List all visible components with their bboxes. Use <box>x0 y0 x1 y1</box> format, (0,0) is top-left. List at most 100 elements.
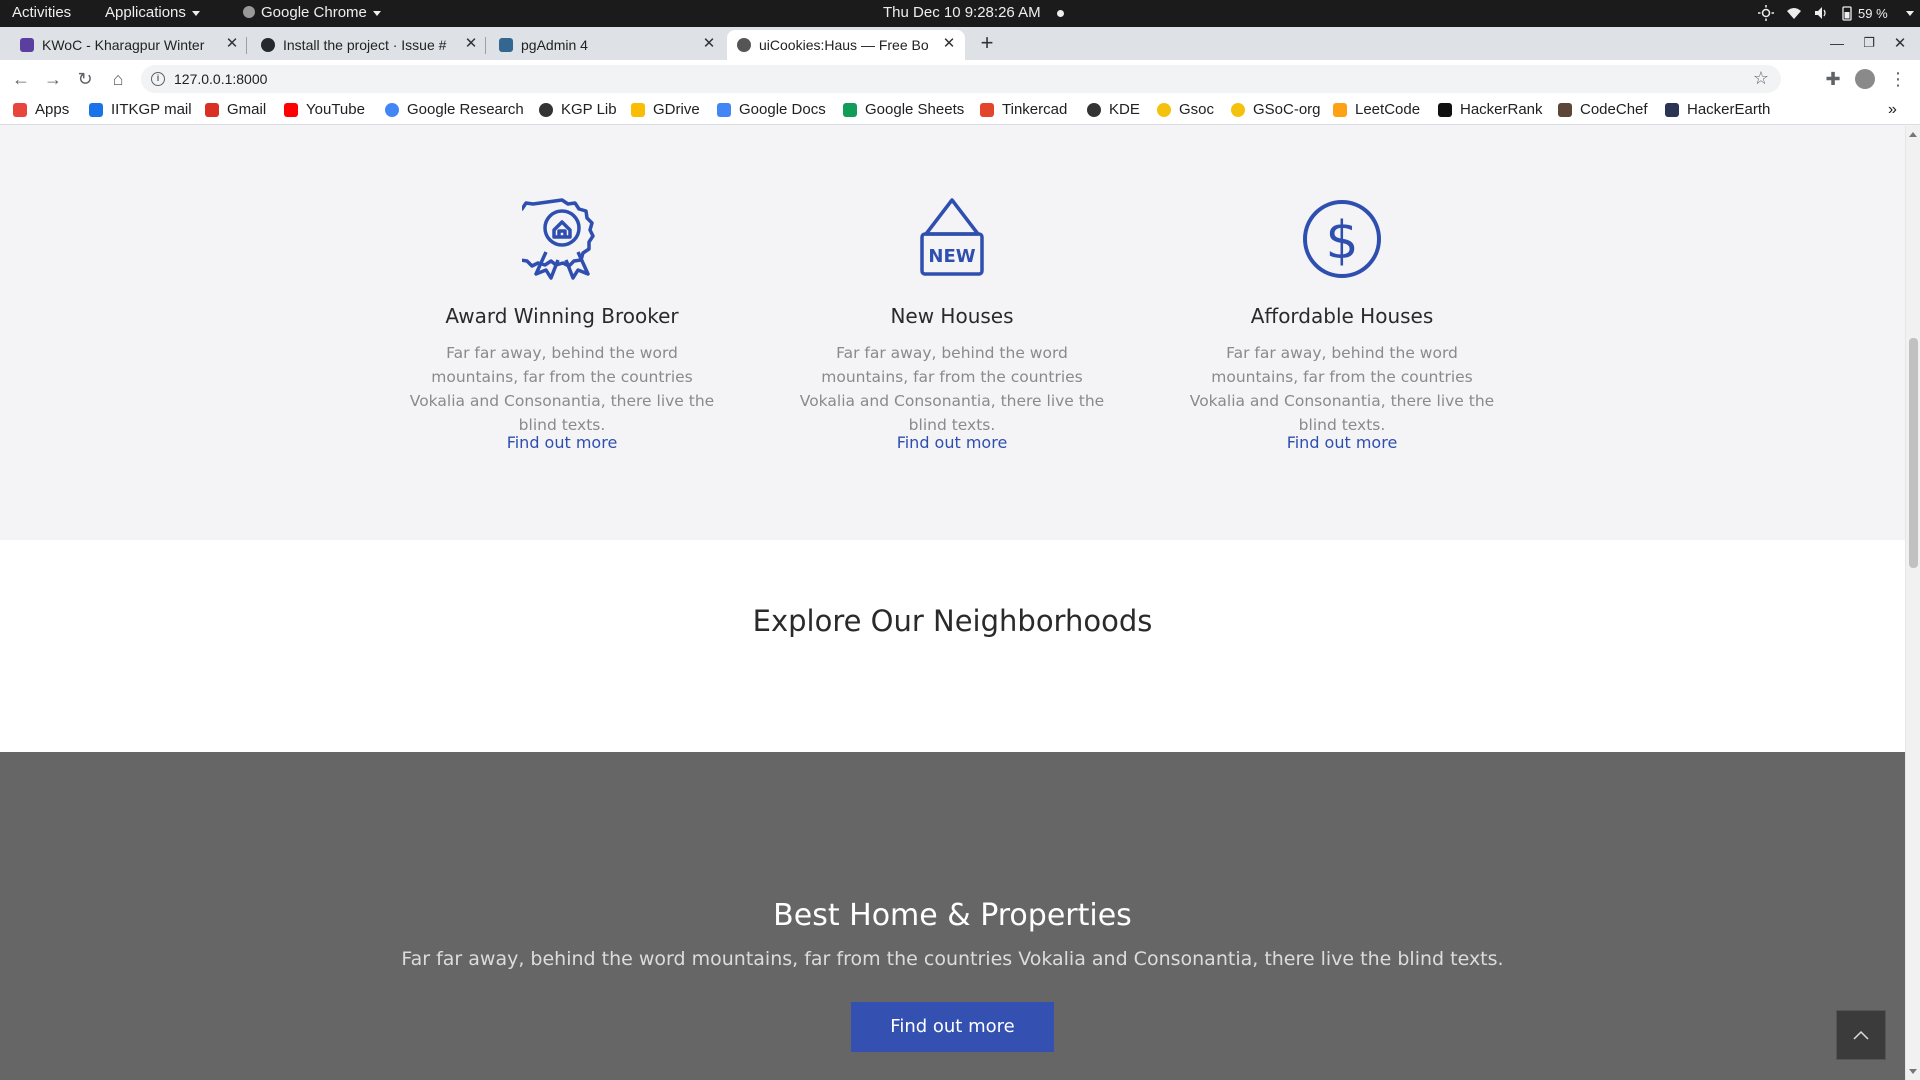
find-out-more-link[interactable]: Find out more <box>792 433 1112 452</box>
globe-icon <box>1087 102 1101 117</box>
section-text: Far far away, behind the word mountains,… <box>401 948 1504 970</box>
docs-icon <box>717 102 731 117</box>
scroll-up-arrow-icon[interactable] <box>1909 132 1917 137</box>
bookmark-tinkercad[interactable]: Tinkercad <box>980 101 1067 118</box>
bookmark-label: Gmail <box>227 101 267 118</box>
find-out-more-button[interactable]: Find out more <box>851 1002 1054 1052</box>
browser-toolbar: ← → ↻ ⌂ i 127.0.0.1:8000 ☆ ✚ ⋮ <box>0 60 1920 97</box>
github-icon <box>261 38 275 52</box>
menu-kebab-icon[interactable]: ⋮ <box>1886 67 1910 91</box>
app-menu-chrome[interactable]: Google Chrome <box>243 4 381 21</box>
close-icon[interactable]: ✕ <box>941 35 957 53</box>
tab-haus-active[interactable]: uiCookies:Haus — Free Bo ✕ <box>727 30 965 60</box>
volume-icon[interactable] <box>1813 5 1829 21</box>
gdrive-icon <box>631 102 645 117</box>
bookmark-gmail[interactable]: Gmail <box>205 101 266 118</box>
bookmark-gdrive[interactable]: GDrive <box>631 101 700 118</box>
tab-kwoc[interactable]: KWoC - Kharagpur Winter ✕ <box>20 30 240 60</box>
bookmark-gsoc-org[interactable]: GSoC-org <box>1231 101 1321 118</box>
clock[interactable]: Thu Dec 10 9:28:26 AM <box>883 4 1064 21</box>
bookmark-kde[interactable]: KDE <box>1087 101 1140 118</box>
feature-text: Far far away, behind the word mountains,… <box>1189 344 1495 434</box>
bookmark-hackerearth[interactable]: HackerEarth <box>1665 101 1770 118</box>
chevron-down-icon <box>372 10 381 16</box>
avatar <box>1855 69 1875 89</box>
tab-title: uiCookies:Haus — Free Bo <box>759 37 929 53</box>
leetcode-icon <box>1333 102 1347 117</box>
bookmark-youtube[interactable]: YouTube <box>284 101 365 118</box>
neighborhoods-section: Explore Our Neighborhoods <box>0 540 1905 752</box>
extensions-puzzle-icon[interactable]: ✚ <box>1821 67 1845 91</box>
tab-title: KWoC - Kharagpur Winter <box>42 37 205 53</box>
dollar-icon: $ <box>1303 200 1381 278</box>
page-scrollbar[interactable] <box>1905 126 1920 1080</box>
reload-icon[interactable]: ↻ <box>73 67 97 91</box>
find-out-more-link[interactable]: Find out more <box>402 433 722 452</box>
bookmark-google-research[interactable]: Google Research <box>385 101 524 118</box>
tab-favicon-icon <box>20 38 34 52</box>
restore-window-button[interactable]: ❐ <box>1857 31 1881 55</box>
svg-text:NEW: NEW <box>928 246 975 267</box>
bookmark-kgp-lib[interactable]: KGP Lib <box>539 101 617 118</box>
home-icon[interactable]: ⌂ <box>106 67 130 91</box>
bookmarks-bar: Apps IITKGP mail Gmail YouTube Google Re… <box>0 97 1920 125</box>
bookmark-leetcode[interactable]: LeetCode <box>1333 101 1420 118</box>
tab-pgadmin[interactable]: pgAdmin 4 ✕ <box>499 30 717 60</box>
section-title: Best Home & Properties <box>773 898 1132 933</box>
youtube-icon <box>284 102 298 117</box>
tab-strip: KWoC - Kharagpur Winter ✕ Install the pr… <box>0 27 1920 60</box>
info-icon[interactable]: i <box>151 72 165 86</box>
bookmark-iitkgp-mail[interactable]: IITKGP mail <box>89 101 192 118</box>
bookmark-google-docs[interactable]: Google Docs <box>717 101 826 118</box>
tab-title: Install the project · Issue # <box>283 37 447 53</box>
back-to-top-button[interactable] <box>1836 1010 1886 1060</box>
google-icon <box>385 102 399 117</box>
minimize-window-button[interactable]: — <box>1825 31 1849 55</box>
bookmark-hackerrank[interactable]: HackerRank <box>1438 101 1543 118</box>
datetime-label: Thu Dec 10 9:28:26 AM <box>883 4 1041 21</box>
activities-button[interactable]: Activities <box>12 4 71 21</box>
battery-icon[interactable] <box>1842 5 1852 21</box>
more-bookmarks-chevron-icon[interactable]: » <box>1888 101 1897 119</box>
profile-avatar[interactable] <box>1853 67 1877 91</box>
bookmark-star-icon[interactable]: ☆ <box>1753 68 1769 89</box>
bookmark-codechef[interactable]: CodeChef <box>1558 101 1648 118</box>
bookmark-gsoc[interactable]: Gsoc <box>1157 101 1214 118</box>
zimbra-icon <box>89 102 103 117</box>
forward-arrow-icon[interactable]: → <box>41 67 65 91</box>
scroll-down-arrow-icon[interactable] <box>1909 1069 1917 1074</box>
bookmark-label: Tinkercad <box>1002 101 1068 118</box>
system-top-bar: Activities Applications Google Chrome Th… <box>0 0 1920 27</box>
codechef-icon <box>1558 102 1572 117</box>
chevron-down-icon[interactable] <box>1906 11 1914 16</box>
close-icon[interactable]: ✕ <box>224 35 240 53</box>
find-out-more-link[interactable]: Find out more <box>1182 433 1502 452</box>
tinkercad-icon <box>980 102 994 117</box>
hackerrank-icon <box>1438 102 1452 117</box>
bookmark-google-sheets[interactable]: Google Sheets <box>843 101 964 118</box>
bookmark-label: Gsoc <box>1179 101 1215 118</box>
new-sign-icon: NEW <box>920 198 984 276</box>
new-tab-button[interactable]: + <box>975 30 999 55</box>
bookmark-apps[interactable]: Apps <box>13 101 69 118</box>
globe-icon <box>737 38 751 52</box>
bookmark-label: Google Sheets <box>865 101 965 118</box>
close-icon[interactable]: ✕ <box>701 35 717 53</box>
globe-icon <box>539 102 553 117</box>
close-icon[interactable]: ✕ <box>463 35 479 53</box>
best-properties-section: Best Home & Properties Far far away, beh… <box>0 752 1905 1080</box>
bookmark-label: YouTube <box>306 101 365 118</box>
close-window-button[interactable]: ✕ <box>1888 31 1912 55</box>
features-section: Award Winning Brooker Far far away, behi… <box>0 126 1905 540</box>
night-light-icon[interactable] <box>1758 5 1774 21</box>
back-arrow-icon[interactable]: ← <box>9 67 33 91</box>
scrollbar-thumb[interactable] <box>1909 338 1918 568</box>
wifi-icon[interactable] <box>1786 5 1802 21</box>
feature-title: Affordable Houses <box>1250 304 1434 328</box>
tab-github-issue[interactable]: Install the project · Issue # ✕ <box>261 30 479 60</box>
address-bar[interactable]: i 127.0.0.1:8000 ☆ <box>141 65 1781 93</box>
bookmark-label: Google Research <box>407 101 524 118</box>
bookmark-label: LeetCode <box>1355 101 1421 118</box>
applications-menu[interactable]: Applications <box>105 4 200 21</box>
tab-separator <box>246 37 247 54</box>
